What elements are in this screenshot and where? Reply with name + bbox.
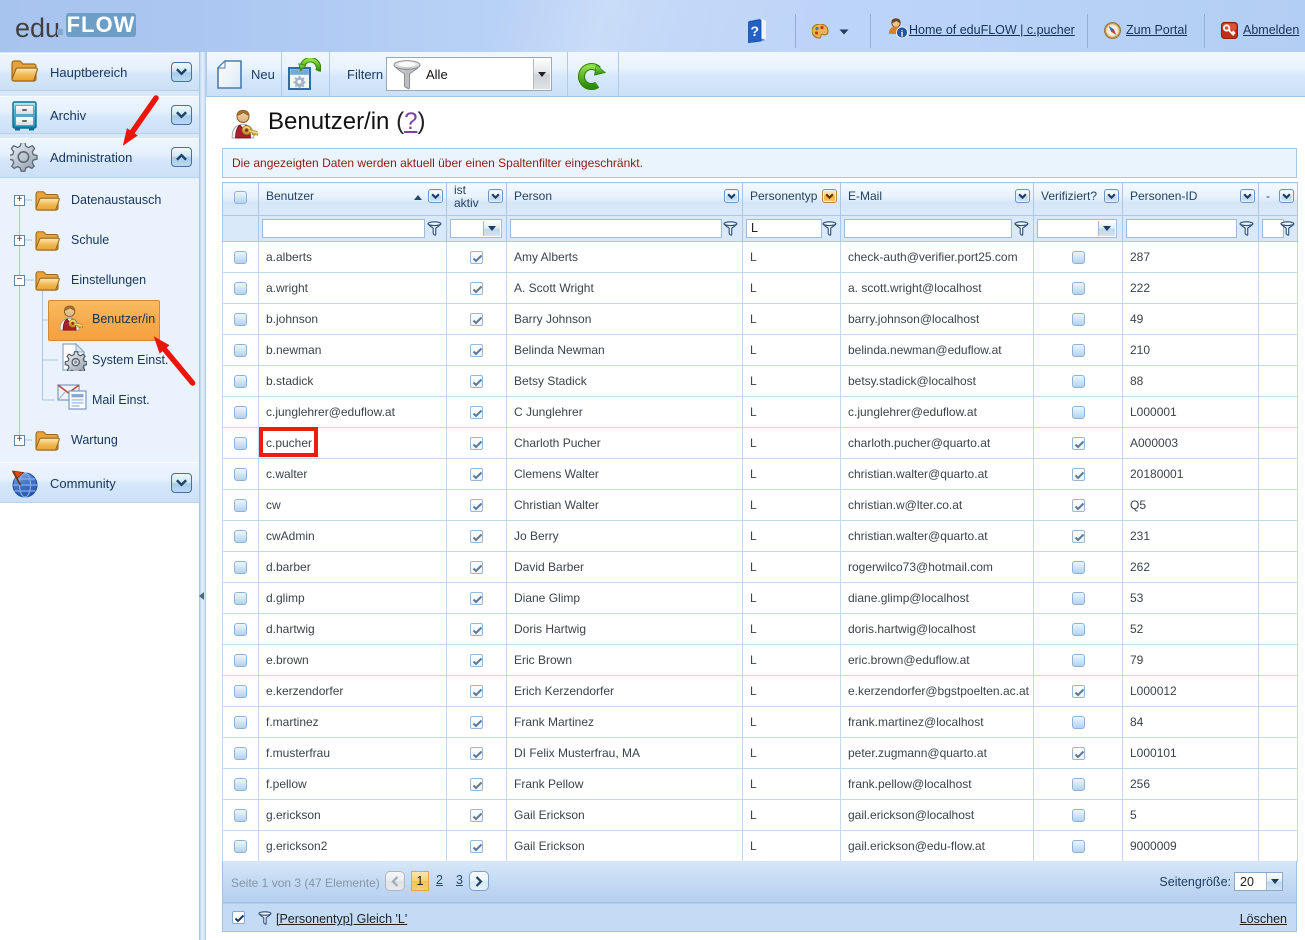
svg-text:?: ? [751,23,760,39]
